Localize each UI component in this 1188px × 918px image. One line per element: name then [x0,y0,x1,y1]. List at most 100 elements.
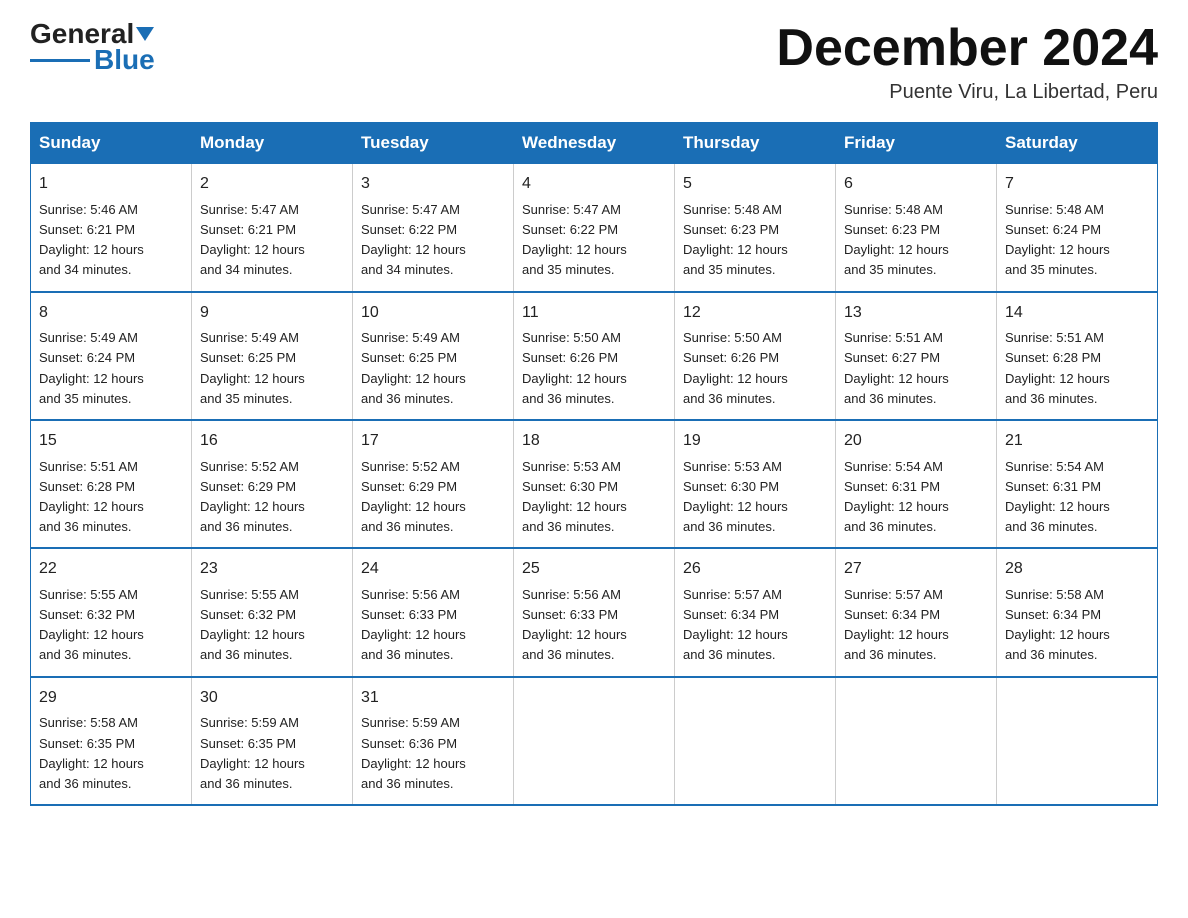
logo-blue-text: Blue [94,46,155,74]
calendar-week-row: 22 Sunrise: 5:55 AM Sunset: 6:32 PM Dayli… [31,548,1158,676]
calendar-week-row: 15 Sunrise: 5:51 AM Sunset: 6:28 PM Dayli… [31,420,1158,548]
day-info: Sunrise: 5:55 AM Sunset: 6:32 PM Dayligh… [39,585,183,666]
col-saturday: Saturday [997,123,1158,164]
page-header: General Blue December 2024 Puente Viru, … [30,20,1158,104]
day-number: 23 [200,557,344,582]
title-area: December 2024 Puente Viru, La Libertad, … [776,20,1158,104]
day-number: 13 [844,301,988,326]
day-number: 17 [361,429,505,454]
col-wednesday: Wednesday [514,123,675,164]
day-number: 7 [1005,172,1149,197]
calendar-table: Sunday Monday Tuesday Wednesday Thursday… [30,122,1158,806]
day-number: 16 [200,429,344,454]
day-number: 10 [361,301,505,326]
table-row: 24 Sunrise: 5:56 AM Sunset: 6:33 PM Dayli… [353,548,514,676]
day-number: 1 [39,172,183,197]
table-row: 15 Sunrise: 5:51 AM Sunset: 6:28 PM Dayli… [31,420,192,548]
day-info: Sunrise: 5:55 AM Sunset: 6:32 PM Dayligh… [200,585,344,666]
table-row: 1 Sunrise: 5:46 AM Sunset: 6:21 PM Daylig… [31,164,192,292]
table-row: 4 Sunrise: 5:47 AM Sunset: 6:22 PM Daylig… [514,164,675,292]
day-info: Sunrise: 5:56 AM Sunset: 6:33 PM Dayligh… [361,585,505,666]
day-number: 30 [200,686,344,711]
day-info: Sunrise: 5:51 AM Sunset: 6:28 PM Dayligh… [1005,328,1149,409]
day-number: 11 [522,301,666,326]
col-friday: Friday [836,123,997,164]
calendar-week-row: 8Sunrise: 5:49 AM Sunset: 6:24 PM Daylig… [31,292,1158,420]
day-number: 24 [361,557,505,582]
table-row: 31Sunrise: 5:59 AM Sunset: 6:36 PM Dayli… [353,677,514,805]
day-number: 26 [683,557,827,582]
day-info: Sunrise: 5:59 AM Sunset: 6:35 PM Dayligh… [200,713,344,794]
table-row: 30Sunrise: 5:59 AM Sunset: 6:35 PM Dayli… [192,677,353,805]
day-info: Sunrise: 5:50 AM Sunset: 6:26 PM Dayligh… [683,328,827,409]
day-number: 6 [844,172,988,197]
month-title: December 2024 [776,20,1158,77]
day-number: 28 [1005,557,1149,582]
col-sunday: Sunday [31,123,192,164]
table-row: 3 Sunrise: 5:47 AM Sunset: 6:22 PM Daylig… [353,164,514,292]
col-tuesday: Tuesday [353,123,514,164]
day-info: Sunrise: 5:53 AM Sunset: 6:30 PM Dayligh… [683,457,827,538]
col-thursday: Thursday [675,123,836,164]
logo: General Blue [30,20,155,74]
location-subtitle: Puente Viru, La Libertad, Peru [776,81,1158,104]
day-info: Sunrise: 5:57 AM Sunset: 6:34 PM Dayligh… [683,585,827,666]
table-row: 11Sunrise: 5:50 AM Sunset: 6:26 PM Dayli… [514,292,675,420]
day-info: Sunrise: 5:47 AM Sunset: 6:22 PM Dayligh… [522,200,666,281]
table-row: 16 Sunrise: 5:52 AM Sunset: 6:29 PM Dayli… [192,420,353,548]
table-row: 5 Sunrise: 5:48 AM Sunset: 6:23 PM Daylig… [675,164,836,292]
day-info: Sunrise: 5:48 AM Sunset: 6:23 PM Dayligh… [683,200,827,281]
day-info: Sunrise: 5:49 AM Sunset: 6:25 PM Dayligh… [200,328,344,409]
day-info: Sunrise: 5:46 AM Sunset: 6:21 PM Dayligh… [39,200,183,281]
day-number: 5 [683,172,827,197]
day-number: 29 [39,686,183,711]
day-number: 25 [522,557,666,582]
day-number: 27 [844,557,988,582]
table-row: 20Sunrise: 5:54 AM Sunset: 6:31 PM Dayli… [836,420,997,548]
table-row: 7Sunrise: 5:48 AM Sunset: 6:24 PM Daylig… [997,164,1158,292]
calendar-week-row: 1 Sunrise: 5:46 AM Sunset: 6:21 PM Daylig… [31,164,1158,292]
day-number: 19 [683,429,827,454]
day-info: Sunrise: 5:48 AM Sunset: 6:23 PM Dayligh… [844,200,988,281]
day-info: Sunrise: 5:53 AM Sunset: 6:30 PM Dayligh… [522,457,666,538]
day-info: Sunrise: 5:56 AM Sunset: 6:33 PM Dayligh… [522,585,666,666]
table-row [675,677,836,805]
day-number: 4 [522,172,666,197]
day-info: Sunrise: 5:58 AM Sunset: 6:34 PM Dayligh… [1005,585,1149,666]
day-info: Sunrise: 5:49 AM Sunset: 6:25 PM Dayligh… [361,328,505,409]
col-monday: Monday [192,123,353,164]
day-info: Sunrise: 5:52 AM Sunset: 6:29 PM Dayligh… [200,457,344,538]
table-row: 9Sunrise: 5:49 AM Sunset: 6:25 PM Daylig… [192,292,353,420]
table-row: 12Sunrise: 5:50 AM Sunset: 6:26 PM Dayli… [675,292,836,420]
day-number: 14 [1005,301,1149,326]
table-row: 29Sunrise: 5:58 AM Sunset: 6:35 PM Dayli… [31,677,192,805]
table-row: 6 Sunrise: 5:48 AM Sunset: 6:23 PM Daylig… [836,164,997,292]
table-row: 25 Sunrise: 5:56 AM Sunset: 6:33 PM Dayli… [514,548,675,676]
table-row: 21 Sunrise: 5:54 AM Sunset: 6:31 PM Dayli… [997,420,1158,548]
table-row: 13Sunrise: 5:51 AM Sunset: 6:27 PM Dayli… [836,292,997,420]
day-info: Sunrise: 5:51 AM Sunset: 6:28 PM Dayligh… [39,457,183,538]
table-row [836,677,997,805]
table-row [997,677,1158,805]
table-row [514,677,675,805]
table-row: 22 Sunrise: 5:55 AM Sunset: 6:32 PM Dayli… [31,548,192,676]
day-info: Sunrise: 5:54 AM Sunset: 6:31 PM Dayligh… [1005,457,1149,538]
calendar-header-row: Sunday Monday Tuesday Wednesday Thursday… [31,123,1158,164]
day-number: 3 [361,172,505,197]
table-row: 28 Sunrise: 5:58 AM Sunset: 6:34 PM Dayli… [997,548,1158,676]
table-row: 27Sunrise: 5:57 AM Sunset: 6:34 PM Dayli… [836,548,997,676]
day-number: 12 [683,301,827,326]
table-row: 19 Sunrise: 5:53 AM Sunset: 6:30 PM Dayli… [675,420,836,548]
day-number: 18 [522,429,666,454]
day-number: 22 [39,557,183,582]
day-info: Sunrise: 5:52 AM Sunset: 6:29 PM Dayligh… [361,457,505,538]
day-info: Sunrise: 5:50 AM Sunset: 6:26 PM Dayligh… [522,328,666,409]
day-number: 15 [39,429,183,454]
day-info: Sunrise: 5:47 AM Sunset: 6:22 PM Dayligh… [361,200,505,281]
day-number: 21 [1005,429,1149,454]
day-number: 9 [200,301,344,326]
day-info: Sunrise: 5:59 AM Sunset: 6:36 PM Dayligh… [361,713,505,794]
day-info: Sunrise: 5:51 AM Sunset: 6:27 PM Dayligh… [844,328,988,409]
table-row: 23 Sunrise: 5:55 AM Sunset: 6:32 PM Dayli… [192,548,353,676]
table-row: 8Sunrise: 5:49 AM Sunset: 6:24 PM Daylig… [31,292,192,420]
